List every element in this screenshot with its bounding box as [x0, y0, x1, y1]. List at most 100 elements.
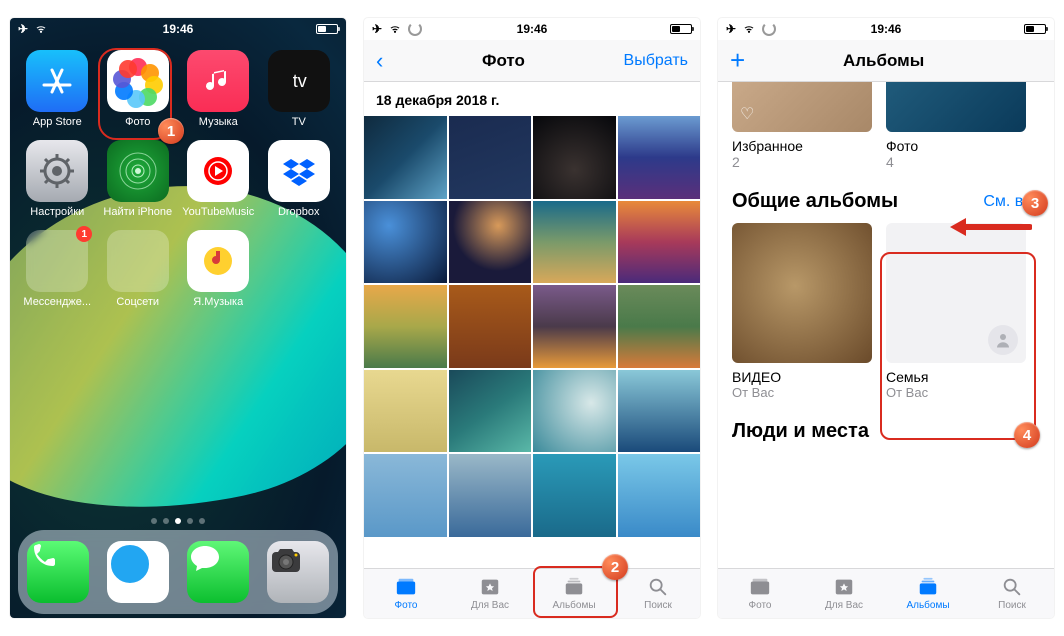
tv-icon: tv [268, 50, 330, 112]
album-title: Семья [886, 369, 1026, 385]
search-tab-icon [646, 576, 670, 598]
album-title: ВИДЕО [732, 369, 872, 385]
tab-search[interactable]: Поиск [616, 569, 700, 618]
photo-thumb[interactable] [618, 116, 701, 199]
shared-album-family[interactable]: Семья От Вас [886, 223, 1026, 400]
album-subtitle: От Вас [886, 385, 1026, 400]
dock-phone[interactable] [27, 541, 89, 603]
nav-select[interactable]: Выбрать [624, 52, 688, 70]
app-appstore[interactable]: App Store [20, 50, 95, 128]
tab-albums[interactable]: Альбомы [532, 569, 616, 618]
page-indicator [10, 518, 346, 524]
dock-camera[interactable] [267, 541, 329, 603]
tab-label: Для Вас [825, 600, 863, 611]
photo-grid[interactable] [364, 116, 700, 537]
annotation-step-1: 1 [158, 118, 184, 144]
app-label: Найти iPhone [103, 206, 172, 218]
app-settings[interactable]: Настройки [20, 140, 95, 218]
album-title: Избранное [732, 138, 872, 154]
tab-photos[interactable]: Фото [364, 569, 448, 618]
nav-bar: + Альбомы [718, 40, 1054, 82]
section-shared-albums: Общие альбомы См. все [718, 174, 1054, 223]
tab-label: Фото [749, 600, 772, 611]
photo-thumb[interactable] [618, 285, 701, 368]
album-photos[interactable]: Фото 4 [886, 82, 1026, 170]
album-favorites[interactable]: ♡ Избранное 2 [732, 82, 872, 170]
screen-albums: ✈︎ 19:46 + Альбомы ♡ Избранное 2 [718, 18, 1054, 618]
folder-icon [107, 230, 169, 292]
annotation-step-2: 2 [602, 554, 628, 580]
photo-thumb[interactable] [449, 201, 532, 284]
photo-thumb[interactable] [364, 116, 447, 199]
photo-thumb[interactable] [449, 370, 532, 453]
tab-foryou[interactable]: Для Вас [802, 569, 886, 618]
photo-thumb[interactable] [533, 454, 616, 537]
app-music[interactable]: Музыка [181, 50, 256, 128]
tab-search[interactable]: Поиск [970, 569, 1054, 618]
app-dropbox[interactable]: Dropbox [262, 140, 337, 218]
photo-thumb[interactable] [364, 285, 447, 368]
photo-thumb[interactable] [618, 201, 701, 284]
photo-thumb[interactable] [364, 370, 447, 453]
dock-messages[interactable] [187, 541, 249, 603]
tab-albums[interactable]: Альбомы [886, 569, 970, 618]
date-header: 18 декабря 2018 г. [364, 82, 700, 116]
app-tv[interactable]: tv TV [262, 50, 337, 128]
app-label: TV [292, 116, 306, 128]
app-ytmusic[interactable]: YouTubeMusic [181, 140, 256, 218]
photo-thumb[interactable] [533, 201, 616, 284]
tab-bar: Фото Для Вас Альбомы Поиск [364, 568, 700, 618]
app-photos[interactable]: Фото [101, 50, 176, 128]
music-icon [187, 50, 249, 112]
home-grid: App Store [10, 40, 346, 308]
shared-album-video[interactable]: ВИДЕО От Вас [732, 223, 872, 400]
photo-thumb[interactable] [533, 285, 616, 368]
tab-label: Поиск [644, 600, 672, 611]
photo-thumb[interactable] [364, 454, 447, 537]
folder-social[interactable]: Соцсети [101, 230, 176, 308]
tab-bar: Фото Для Вас Альбомы Поиск [718, 568, 1054, 618]
status-time: 19:46 [10, 22, 346, 36]
section-title-text: Люди и места [732, 420, 869, 443]
search-tab-icon [1000, 576, 1024, 598]
photo-thumb[interactable] [449, 116, 532, 199]
app-label: Фото [125, 116, 150, 128]
status-time: 19:46 [364, 22, 700, 36]
annotation-step-3: 3 [1022, 190, 1048, 216]
tab-foryou[interactable]: Для Вас [448, 569, 532, 618]
screen-photos: ✈︎ 19:46 ‹ Фото Выбрать 18 декабря 2018 … [364, 18, 700, 618]
nav-title: Фото [482, 51, 525, 71]
nav-add[interactable]: + [730, 45, 745, 76]
photo-thumb[interactable] [618, 454, 701, 537]
photo-thumb[interactable] [364, 201, 447, 284]
tab-label: Для Вас [471, 600, 509, 611]
tab-photos[interactable]: Фото [718, 569, 802, 618]
dock-safari[interactable] [107, 541, 169, 603]
app-yamusic[interactable]: Я.Музыка [181, 230, 256, 308]
app-label: App Store [33, 116, 82, 128]
tab-label: Поиск [998, 600, 1026, 611]
nav-title: Альбомы [843, 51, 924, 71]
app-label: Настройки [30, 206, 84, 218]
folder-messengers[interactable]: 1 Мессендже... [20, 230, 95, 308]
tab-label: Альбомы [906, 600, 949, 611]
photo-thumb[interactable] [449, 285, 532, 368]
nav-bar: ‹ Фото Выбрать [364, 40, 700, 82]
findiphone-icon [107, 140, 169, 202]
photo-thumb[interactable] [618, 370, 701, 453]
photo-thumb[interactable] [449, 454, 532, 537]
folder-icon: 1 [26, 230, 88, 292]
photo-thumb[interactable] [533, 116, 616, 199]
photo-thumb[interactable] [533, 370, 616, 453]
nav-back[interactable]: ‹ [376, 48, 383, 74]
status-bar: ✈︎ 19:46 [364, 18, 700, 40]
status-bar: ✈︎ 19:46 [718, 18, 1054, 40]
foryou-tab-icon [478, 576, 502, 598]
settings-icon [26, 140, 88, 202]
dropbox-icon [268, 140, 330, 202]
app-label: Dropbox [278, 206, 320, 218]
app-findiphone[interactable]: Найти iPhone [101, 140, 176, 218]
albums-tab-icon [916, 576, 940, 598]
photos-tab-icon [748, 576, 772, 598]
foryou-tab-icon [832, 576, 856, 598]
